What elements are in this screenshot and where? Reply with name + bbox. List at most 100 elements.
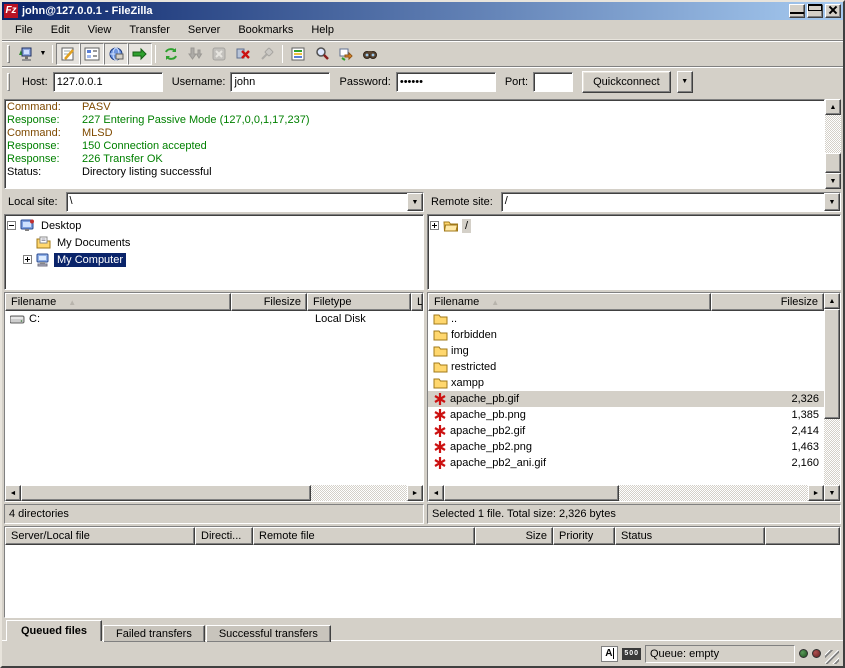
resize-grip[interactable] [825, 650, 839, 664]
toolbar-gripper[interactable] [7, 45, 10, 63]
list-item-file[interactable]: apache_pb2.gif 2,414 [428, 423, 824, 439]
password-label: Password: [339, 76, 390, 88]
collapse-icon[interactable] [7, 221, 16, 230]
column-header-filename[interactable]: Filename▲ [5, 293, 231, 311]
tree-label-root[interactable]: / [462, 219, 471, 233]
list-item-file[interactable]: apache_pb2_ani.gif 2,160 [428, 455, 824, 471]
directory-filter-button[interactable] [286, 43, 310, 65]
list-item-folder[interactable]: restricted [428, 359, 824, 375]
list-item-folder[interactable]: img [428, 343, 824, 359]
scroll-down-button[interactable]: ▼ [825, 173, 841, 189]
toggle-remote-tree-button[interactable] [104, 43, 128, 65]
local-directory-tree[interactable]: Desktop My Documents My Computer [4, 214, 424, 290]
remote-directory-tree[interactable]: / [427, 214, 841, 290]
maximize-button[interactable] [807, 4, 823, 18]
tree-label-my-documents[interactable]: My Documents [54, 236, 133, 250]
menu-help[interactable]: Help [302, 22, 343, 38]
quickconnect-dropdown[interactable]: ▼ [677, 71, 693, 93]
directory-comparison-button[interactable] [310, 43, 334, 65]
column-header-filesize[interactable]: Filesize [231, 293, 307, 311]
speed-limit-indicator-icon[interactable]: 500 [622, 648, 641, 660]
menu-edit[interactable]: Edit [42, 22, 79, 38]
find-files-button[interactable] [358, 43, 382, 65]
scroll-left-button[interactable]: ◄ [5, 485, 21, 501]
menu-bookmarks[interactable]: Bookmarks [229, 22, 302, 38]
column-header-direction[interactable]: Directi... [195, 527, 253, 545]
list-item-folder[interactable]: forbidden [428, 327, 824, 343]
local-horizontal-scrollbar[interactable]: ◄ ► [5, 485, 423, 501]
remote-horizontal-scrollbar[interactable]: ◄ ► [428, 485, 824, 501]
column-header-priority[interactable]: Priority [553, 527, 615, 545]
scroll-thumb[interactable] [824, 309, 840, 419]
remote-site-combobox[interactable]: / ▼ [501, 192, 841, 212]
toggle-transfer-queue-button[interactable] [128, 43, 152, 65]
list-item-file[interactable]: apache_pb2.png 1,463 [428, 439, 824, 455]
menu-transfer[interactable]: Transfer [120, 22, 179, 38]
menu-server[interactable]: Server [179, 22, 229, 38]
log-vertical-scrollbar[interactable]: ▲ ▼ [825, 99, 841, 189]
disconnect-button[interactable] [231, 43, 255, 65]
minimize-button[interactable] [789, 4, 805, 18]
port-input[interactable] [533, 72, 573, 92]
list-item-file-selected[interactable]: apache_pb.gif 2,326 [428, 391, 824, 407]
column-header-filesize[interactable]: Filesize [711, 293, 824, 311]
close-button[interactable] [825, 4, 841, 18]
refresh-button[interactable] [159, 43, 183, 65]
password-input[interactable] [396, 72, 496, 92]
tree-label-my-computer[interactable]: My Computer [54, 253, 126, 267]
list-item-drive-c[interactable]: C: Local Disk [5, 311, 423, 327]
scroll-thumb[interactable] [444, 485, 619, 501]
list-item-folder[interactable]: .. [428, 311, 824, 327]
tab-failed-transfers[interactable]: Failed transfers [103, 625, 205, 642]
message-log[interactable]: Command:PASV Response:227 Entering Passi… [4, 99, 825, 189]
tree-item-my-computer[interactable]: My Computer [7, 251, 423, 268]
chevron-down-icon[interactable]: ▼ [407, 193, 423, 211]
list-item-folder[interactable]: xampp [428, 375, 824, 391]
reconnect-button[interactable] [255, 43, 279, 65]
site-manager-dropdown[interactable]: ▼ [37, 43, 49, 65]
menu-file[interactable]: File [6, 22, 42, 38]
column-header-status[interactable]: Status [615, 527, 765, 545]
column-header-size[interactable]: Size [475, 527, 553, 545]
username-input[interactable] [230, 72, 330, 92]
local-site-combobox[interactable]: \ ▼ [66, 192, 424, 212]
expand-icon[interactable] [430, 221, 439, 230]
quickconnect-gripper[interactable] [7, 73, 10, 91]
tree-label-desktop[interactable]: Desktop [38, 219, 84, 233]
scroll-up-button[interactable]: ▲ [824, 293, 840, 309]
site-manager-button[interactable] [13, 43, 37, 65]
column-header-remote-file[interactable]: Remote file [253, 527, 475, 545]
column-header-lastmodified[interactable]: L [411, 293, 423, 311]
open-folder-icon [443, 219, 459, 232]
tree-item-my-documents[interactable]: My Documents [7, 234, 423, 251]
tree-item-desktop[interactable]: Desktop [7, 217, 423, 234]
tab-queued-files[interactable]: Queued files [6, 620, 102, 641]
host-input[interactable] [53, 72, 163, 92]
transfer-type-icon[interactable]: A [601, 646, 618, 662]
column-header-server-local-file[interactable]: Server/Local file [5, 527, 195, 545]
toggle-local-tree-button[interactable] [80, 43, 104, 65]
title-bar[interactable]: Fz john@127.0.0.1 - FileZilla [2, 2, 843, 20]
process-queue-button[interactable] [183, 43, 207, 65]
synchronized-browsing-button[interactable] [334, 43, 358, 65]
column-header-filetype[interactable]: Filetype [307, 293, 411, 311]
scroll-down-button[interactable]: ▼ [824, 485, 840, 501]
column-header-filename[interactable]: Filename▲ [428, 293, 711, 311]
tree-item-root[interactable]: / [430, 217, 840, 234]
queue-body[interactable] [5, 545, 840, 617]
scroll-right-button[interactable]: ► [407, 485, 423, 501]
remote-vertical-scrollbar[interactable]: ▲ ▼ [824, 293, 840, 501]
quickconnect-button[interactable]: Quickconnect [582, 71, 671, 93]
scroll-right-button[interactable]: ► [808, 485, 824, 501]
toggle-message-log-button[interactable] [56, 43, 80, 65]
chevron-down-icon[interactable]: ▼ [824, 193, 840, 211]
scroll-up-button[interactable]: ▲ [825, 99, 841, 115]
tab-successful-transfers[interactable]: Successful transfers [206, 625, 331, 642]
menu-view[interactable]: View [79, 22, 121, 38]
list-item-file[interactable]: apache_pb.png 1,385 [428, 407, 824, 423]
scroll-thumb[interactable] [21, 485, 311, 501]
scroll-left-button[interactable]: ◄ [428, 485, 444, 501]
scroll-thumb[interactable] [825, 153, 841, 173]
expand-icon[interactable] [23, 255, 32, 264]
cancel-button[interactable] [207, 43, 231, 65]
